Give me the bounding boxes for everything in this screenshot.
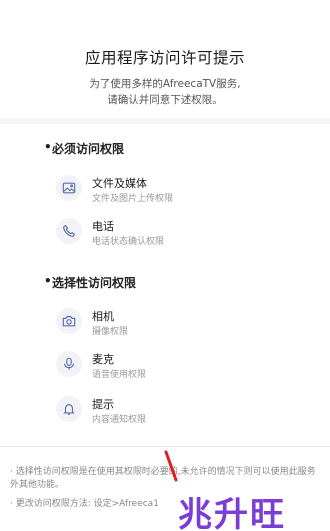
permission-item-notification: 提示 内容通知权限 <box>56 396 296 428</box>
page-description: 为了使用多样的AfreecaTV服务, 请确认并同意下述权限。 <box>0 76 330 108</box>
description-line-1: 为了使用多样的AfreecaTV服务, <box>89 78 241 90</box>
permission-name: 文件及媒体 <box>92 177 147 190</box>
section-bullet: • <box>44 140 52 154</box>
required-permissions-title: 必须访问权限 <box>52 142 125 156</box>
header-divider <box>0 118 330 124</box>
permission-item-camera: 相机 摄像权限 <box>56 308 296 340</box>
required-permissions-heading: • 必须访问权限 <box>44 140 125 157</box>
description-line-2: 请确认并同意下述权限。 <box>107 94 223 106</box>
permission-item-phone: 电话 电话状态确认权限 <box>56 218 296 250</box>
page-title: 应用程序访问许可提示 <box>84 49 245 67</box>
phone-icon <box>56 218 82 244</box>
permission-name: 麦克 <box>92 353 114 366</box>
permission-name: 提示 <box>92 398 114 411</box>
header: 应用程序访问许可提示 为了使用多样的AfreecaTV服务, 请确认并同意下述权… <box>0 0 330 118</box>
permission-item-microphone: 麦克 语音使用权限 <box>56 351 296 383</box>
permission-item-files-media: 文件及媒体 文件及图片上传权限 <box>56 175 296 207</box>
optional-permissions-title: 选择性访问权限 <box>52 276 137 290</box>
section-bullet: • <box>44 274 52 288</box>
red-annotation-stroke <box>164 450 178 482</box>
footer-divider <box>0 446 330 447</box>
optional-permissions-heading: • 选择性访问权限 <box>44 274 137 291</box>
camera-icon <box>56 308 82 334</box>
bell-icon <box>56 396 82 422</box>
watermark-logo: 兆升旺 <box>178 495 286 531</box>
permission-name: 相机 <box>92 310 114 323</box>
permission-description: 内容通知权限 <box>92 415 147 425</box>
permission-description: 语音使用权限 <box>92 370 147 380</box>
microphone-icon <box>56 351 82 377</box>
permission-description: 电话状态确认权限 <box>92 237 165 247</box>
permission-description: 文件及图片上传权限 <box>92 194 174 204</box>
permission-description: 摄像权限 <box>92 327 129 337</box>
image-icon <box>56 175 82 201</box>
permission-name: 电话 <box>92 220 114 233</box>
